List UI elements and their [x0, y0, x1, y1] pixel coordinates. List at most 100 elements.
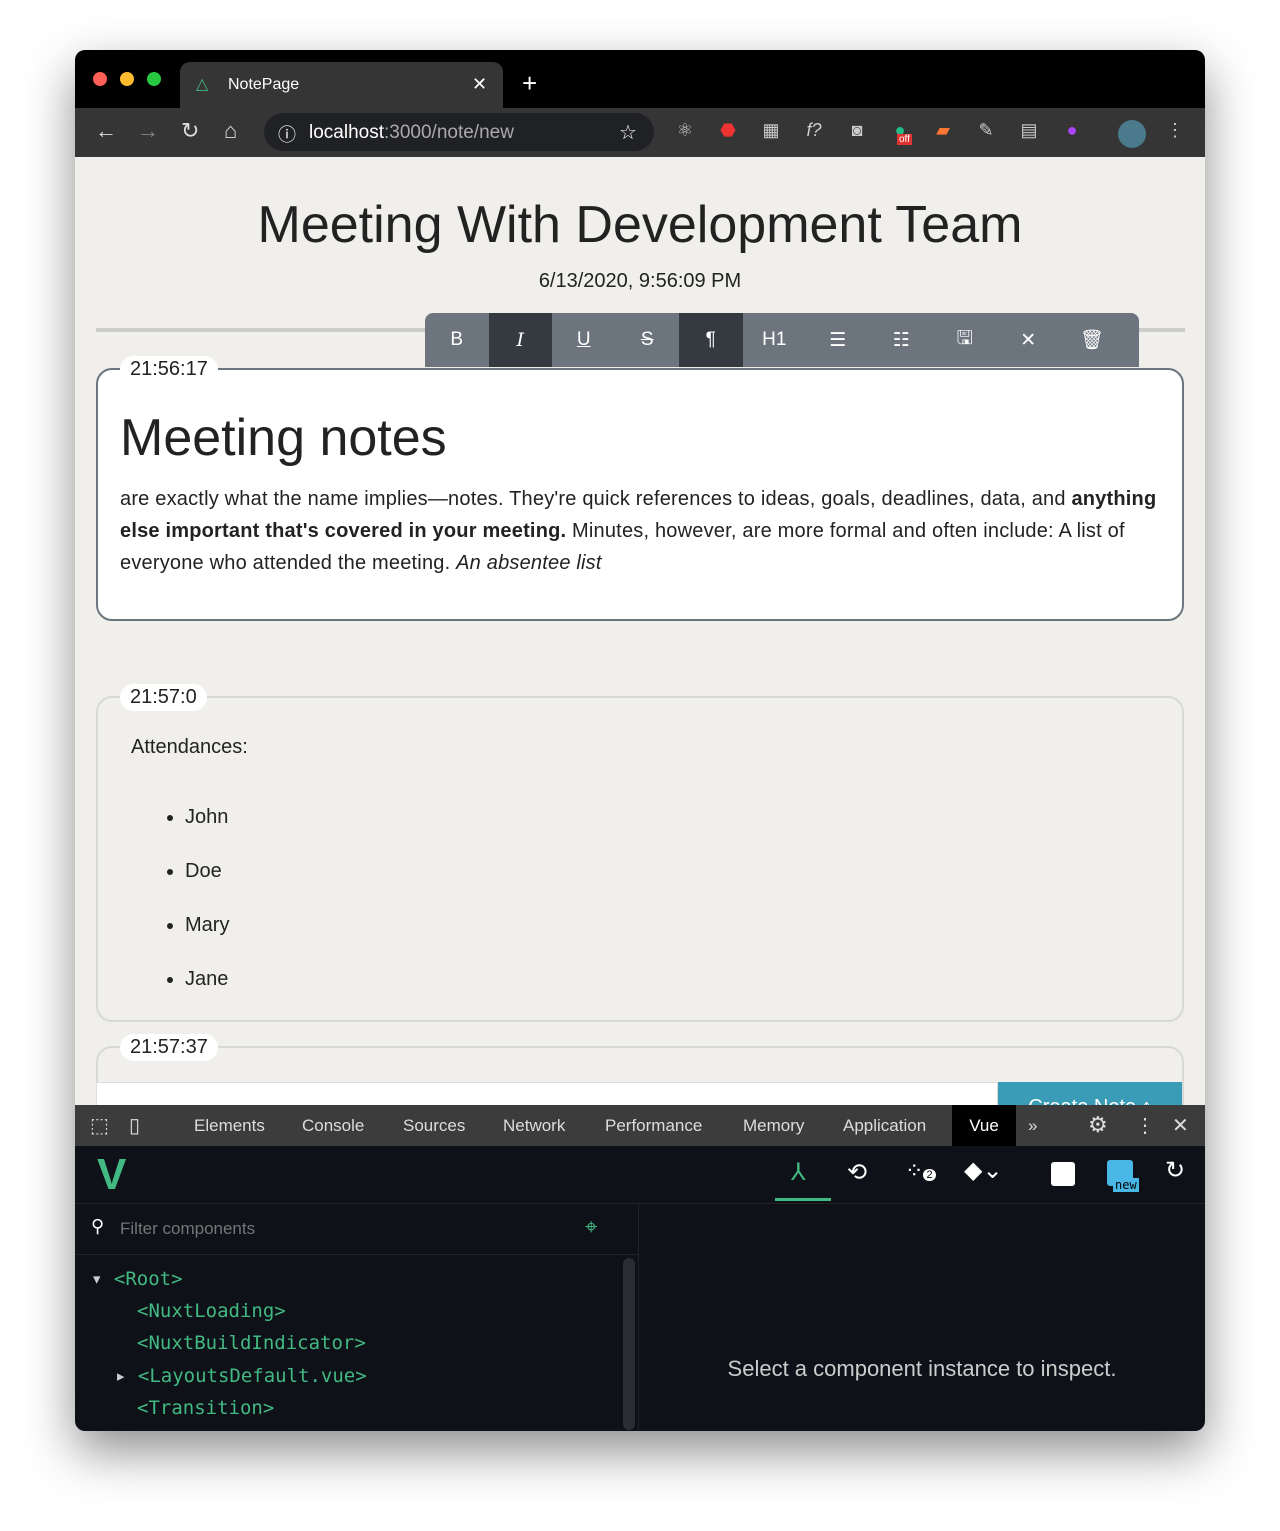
color-picker-icon[interactable]: ✎ [973, 120, 999, 141]
note-timestamp: 21:57:0 [120, 684, 207, 711]
page-date: 6/13/2020, 9:56:09 PM [538, 270, 742, 292]
bookmark-star-icon[interactable]: ☆ [619, 120, 637, 145]
close-devtools-icon[interactable]: ✕ [1172, 1113, 1189, 1138]
new-tab-icon[interactable]: + [522, 68, 537, 99]
forward-icon[interactable]: → [137, 118, 159, 144]
note-page: Meeting With Development Team 6/13/2020,… [75, 157, 1205, 1146]
device-toggle-icon[interactable]: ▯ [129, 1113, 140, 1138]
close-tab-icon[interactable]: ✕ [472, 74, 487, 95]
bullet-list-button[interactable]: ☰ [806, 313, 870, 367]
tab-elements[interactable]: Elements [194, 1116, 265, 1136]
heading-button[interactable]: H1 [743, 313, 807, 367]
vue-logo: V [97, 1150, 127, 1199]
tab-console[interactable]: Console [302, 1116, 364, 1136]
tab-sources[interactable]: Sources [403, 1116, 465, 1136]
profile-avatar[interactable] [1118, 120, 1146, 148]
performance-icon[interactable] [1051, 1162, 1075, 1186]
settings-new-icon[interactable]: new [1107, 1160, 1139, 1192]
tree-node[interactable]: <NuxtBuildIndicator> [137, 1332, 366, 1354]
paragraph-button[interactable]: ¶ [679, 313, 743, 367]
tab-application[interactable]: Application [843, 1116, 926, 1136]
font-finder-icon[interactable]: f? [801, 120, 827, 141]
close-window-button[interactable] [93, 72, 107, 86]
tree-node[interactable]: <Transition> [137, 1397, 274, 1419]
browser-tab[interactable]: △ NotePage ✕ [180, 62, 503, 108]
italic-button[interactable]: I [488, 313, 552, 367]
history-icon[interactable]: ⟲ [847, 1158, 867, 1187]
tree-label: <LayoutsDefault.vue> [137, 1365, 367, 1387]
list-item: Jane [185, 952, 229, 1006]
settings-gear-icon[interactable]: ⚙ [1088, 1112, 1108, 1138]
address-bar[interactable]: ⓘ localhost:3000/note/new ☆ [264, 113, 654, 151]
url-host: localhost [309, 122, 384, 143]
target-select-icon[interactable]: ⌖ [585, 1214, 597, 1240]
search-icon: ⚲ [91, 1216, 105, 1236]
divider [638, 1203, 639, 1431]
components-tab-icon[interactable]: ⅄ [791, 1158, 806, 1187]
vue-devtools-panel: V ⅄ ⟲ ⁘2 ◆⌄ new ↻ ⚲ ⌖ ▾ <Root> <NuxtLoad… [75, 1146, 1205, 1431]
delete-button[interactable]: 🗑 [1060, 313, 1124, 367]
list-item: Mary [185, 898, 229, 952]
devtools-tabbar: ⬚ ▯ Elements Console Sources Network Per… [75, 1105, 1205, 1146]
home-icon[interactable]: ⌂ [224, 118, 237, 144]
tab-vue[interactable]: Vue [952, 1105, 1016, 1146]
router-icon[interactable]: ◆⌄ [964, 1156, 1003, 1185]
refresh-icon[interactable]: ↻ [1165, 1156, 1185, 1185]
tree-node[interactable]: <NuxtLoading> [137, 1300, 286, 1322]
divider [75, 1254, 638, 1255]
analytics-icon[interactable]: ▰ [930, 120, 956, 141]
nuxt-logo-icon: △ [196, 76, 209, 93]
note-text: are exactly what the name implies—notes.… [120, 488, 1072, 510]
editor-toolbar: B I U S ¶ H1 ☰ ☷ 🖫 ✕ 🗑 [425, 313, 1139, 367]
strikethrough-button[interactable]: S [616, 313, 680, 367]
cancel-button[interactable]: ✕ [997, 313, 1061, 367]
filter-components-input[interactable] [120, 1214, 560, 1244]
tree-node-layout[interactable]: ▸ <LayoutsDefault.vue> [115, 1365, 367, 1387]
browser-window: △ NotePage ✕ + ← → ↻ ⌂ ⓘ localhost:3000/… [75, 50, 1205, 1431]
tree-label: <Root> [113, 1268, 183, 1290]
off-badge: off [897, 134, 912, 145]
briefcase-icon[interactable]: ▤ [1016, 120, 1042, 141]
tab-title: NotePage [228, 76, 300, 93]
camera-icon[interactable]: ◙ [844, 120, 870, 141]
active-indicator [775, 1198, 831, 1201]
ordered-list-button[interactable]: ☷ [870, 313, 934, 367]
note-timestamp: 21:56:17 [120, 356, 218, 383]
note-timestamp: 21:57:37 [120, 1034, 218, 1061]
attendee-list: John Doe Mary Jane [185, 790, 229, 1006]
underline-button[interactable]: U [552, 313, 616, 367]
tab-network[interactable]: Network [503, 1116, 565, 1136]
tab-performance[interactable]: Performance [605, 1116, 702, 1136]
devtools-menu-icon[interactable]: ⋮ [1135, 1113, 1155, 1138]
note-card[interactable]: 21:57:0 Attendances: John Doe Mary Jane [96, 684, 1184, 1022]
tab-memory[interactable]: Memory [743, 1116, 804, 1136]
note-card-active[interactable]: 21:56:17 Meeting notes are exactly what … [96, 356, 1184, 621]
maximize-window-button[interactable] [147, 72, 161, 86]
bold-button[interactable]: B [425, 313, 489, 367]
minimize-window-button[interactable] [120, 72, 134, 86]
back-icon[interactable]: ← [95, 118, 117, 144]
extension-purple-icon[interactable]: ● [1059, 120, 1085, 141]
react-devtools-icon[interactable]: ⚛ [672, 120, 698, 141]
inspect-element-icon[interactable]: ⬚ [90, 1113, 109, 1138]
scrollbar[interactable] [623, 1258, 635, 1430]
events-icon[interactable]: ⁘ 2 [905, 1158, 936, 1184]
title-bar: △ NotePage ✕ + [75, 50, 1205, 108]
nav-bar: ← → ↻ ⌂ ⓘ localhost:3000/note/new ☆ ⚛ ⬣ … [75, 108, 1205, 157]
page-title: Meeting With Development Team [257, 196, 1023, 254]
qr-code-icon[interactable]: ▦ [758, 120, 784, 141]
note-label: Attendances: [131, 736, 248, 758]
inspect-placeholder: Select a component instance to inspect. [727, 1356, 1117, 1381]
save-button[interactable]: 🖫 [933, 313, 997, 367]
new-badge: new [1113, 1178, 1139, 1192]
url-path: :3000/note/new [384, 122, 514, 143]
reload-icon[interactable]: ↻ [181, 118, 199, 144]
events-count-badge: 2 [923, 1169, 936, 1181]
tree-node-root[interactable]: ▾ <Root> [91, 1268, 183, 1290]
menu-kebab-icon[interactable]: ⋮ [1162, 120, 1188, 141]
note-heading: Meeting notes [120, 409, 447, 467]
list-item: John [185, 790, 229, 844]
adblock-icon[interactable]: ⬣ [715, 120, 741, 141]
more-tabs-button[interactable]: » [1028, 1116, 1037, 1136]
grammarly-icon[interactable]: ● off [887, 120, 913, 145]
